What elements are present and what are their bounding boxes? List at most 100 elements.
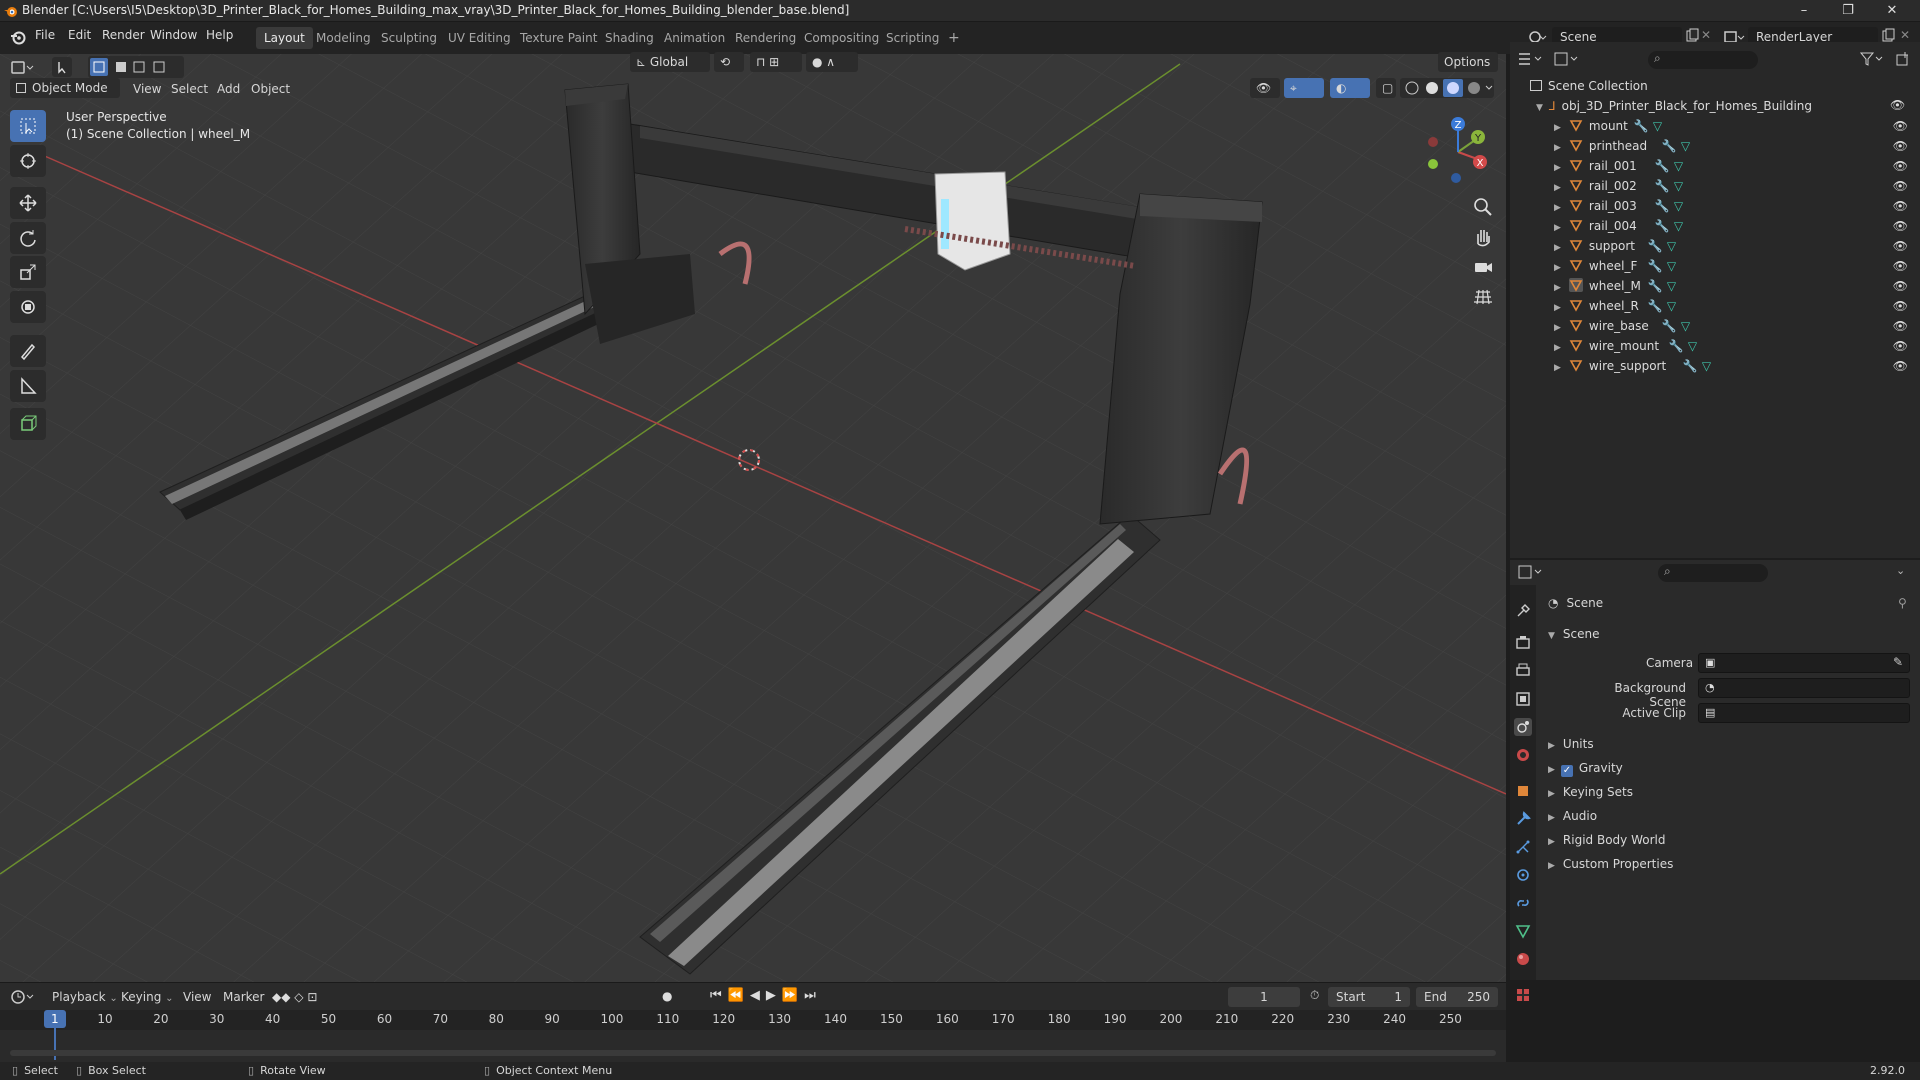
particles-tab-icon[interactable] [1514,838,1532,856]
options-button[interactable]: Options ⌄ [1438,52,1498,89]
outliner-scene-collection[interactable]: Scene Collection [1510,76,1920,96]
eyedropper-icon[interactable]: ✎ [1893,655,1903,669]
texture-tab-icon[interactable] [1514,986,1532,1004]
eye-icon[interactable]: 👁 [1893,336,1908,356]
panel-units[interactable]: ▶ Units [1548,737,1594,751]
material-tab-icon[interactable] [1514,950,1532,968]
menu-file[interactable]: File [35,28,55,42]
view-layer-tab-icon[interactable] [1514,690,1532,708]
expand-right-icon[interactable]: ▶ [1554,363,1561,373]
eye-icon[interactable]: 👁 [1890,98,1905,112]
outliner-item-rail-001[interactable]: ▶ rail_001 🔧 ▽ 👁 [1510,156,1920,176]
add-workspace-button[interactable]: + [940,27,968,49]
active-clip-field[interactable]: ▤ [1698,703,1910,723]
outliner-item-rail-004[interactable]: ▶ rail_004 🔧 ▽ 👁 [1510,216,1920,236]
navigation-gizmo[interactable]: X Y Z [1418,112,1498,192]
viewport-menu-add[interactable]: Add [217,82,240,96]
delete-scene-icon[interactable]: ✕ [1701,28,1711,42]
new-collection-icon[interactable] [1894,50,1912,68]
playback-controls[interactable]: ⏮⏪◀▶⏩⏭ [710,988,822,1003]
ortho-grid-icon[interactable] [1470,284,1496,310]
scene-tab-icon[interactable] [1514,718,1532,736]
properties-editor-type-icon[interactable] [1516,563,1546,581]
object-tab-icon[interactable] [1514,782,1532,800]
expand-right-icon[interactable]: ▶ [1554,223,1561,233]
shading-modes[interactable] [1400,78,1494,98]
pan-hand-icon[interactable] [1470,224,1496,250]
selection-mode-buttons[interactable] [88,56,184,78]
tab-sculpting[interactable]: Sculpting [373,27,445,49]
panel-custom-properties[interactable]: ▶ Custom Properties [1548,857,1673,871]
tab-uv-editing[interactable]: UV Editing [440,27,519,49]
record-button-icon[interactable]: ● [662,989,672,1003]
outliner-item-wheel-R[interactable]: ▶ wheel_R 🔧 ▽ 👁 [1510,296,1920,316]
modifier-tab-icon[interactable] [1514,810,1532,828]
measure-tool-icon[interactable] [10,370,46,402]
output-tab-icon[interactable] [1514,662,1532,680]
expand-right-icon[interactable]: ▶ [1554,163,1561,173]
menu-render[interactable]: Render [102,28,145,42]
menu-help[interactable]: Help [206,28,233,42]
eye-icon[interactable]: 👁 [1893,176,1908,196]
camera-view-icon[interactable] [1470,254,1496,280]
gravity-checkbox[interactable]: ✓ [1560,765,1573,777]
start-frame-field[interactable]: Start 1 [1328,987,1410,1007]
zoom-icon[interactable] [1470,194,1496,220]
select-mode-icon[interactable] [52,57,72,77]
outliner-item-wire-base[interactable]: ▶ wire_base 🔧 ▽ 👁 [1510,316,1920,336]
timeline-scrollbar[interactable] [10,1050,1496,1056]
orientation-selector[interactable]: ⊾ Global [630,52,710,72]
eye-icon[interactable]: 👁 [1893,316,1908,336]
maximize-button[interactable]: ❐ [1826,0,1870,22]
snap-icon[interactable]: ⊓ ⊞ [750,52,802,72]
expand-right-icon[interactable]: ▶ [1554,343,1561,353]
constraints-tab-icon[interactable] [1514,894,1532,912]
annotate-tool-icon[interactable] [10,335,46,367]
outliner-item-support[interactable]: ▶ support 🔧 ▽ 👁 [1510,236,1920,256]
tab-rendering[interactable]: Rendering [727,27,804,49]
panel-gravity[interactable]: ▶ ✓ Gravity [1548,761,1623,777]
timeline-menu-playback[interactable]: Playback ⌄ [52,990,118,1004]
expand-right-icon[interactable]: ▶ [1554,263,1561,273]
stopwatch-icon[interactable]: ⏱ [1310,988,1319,1003]
properties-search-input[interactable]: ⌕ [1658,564,1768,582]
tab-compositing[interactable]: Compositing [796,27,887,49]
outliner-editor-type-icon[interactable] [1516,50,1546,68]
display-mode-icon[interactable] [1552,50,1582,68]
blender-menu-icon[interactable] [10,29,26,45]
minimize-button[interactable]: – [1782,0,1826,22]
eye-icon[interactable]: 👁 [1893,356,1908,376]
pivot-icon[interactable]: ⟲ [714,52,744,72]
eye-icon[interactable]: 👁 [1893,276,1908,296]
viewport-menu-object[interactable]: Object [251,82,290,96]
background-scene-field[interactable]: ◔ [1698,678,1910,698]
physics-tab-icon[interactable] [1514,866,1532,884]
tab-animation[interactable]: Animation [656,27,733,49]
eye-icon[interactable]: 👁 [1893,256,1908,276]
panel-rigid-body-world[interactable]: ▶ Rigid Body World [1548,833,1665,847]
eye-icon[interactable]: 👁 [1893,116,1908,136]
current-frame-field[interactable]: 1 [1228,987,1300,1007]
eye-icon[interactable]: 👁 [1893,156,1908,176]
outliner-item-wheel-M[interactable]: ▶ wheel_M 🔧 ▽ 👁 [1510,276,1920,296]
expand-right-icon[interactable]: ▶ [1554,123,1561,133]
overlay-toggle-icon[interactable]: ◐ [1330,78,1370,98]
end-frame-field[interactable]: End 250 [1416,987,1498,1007]
outliner-object-row[interactable]: ▼ ⅃ obj_3D_Printer_Black_for_Homes_Buildin… [1510,96,1920,116]
data-tab-icon[interactable] [1514,922,1532,940]
pin-icon[interactable]: ⚲ [1898,596,1907,610]
menu-window[interactable]: Window [150,28,197,42]
tab-modeling[interactable]: Modeling [308,27,379,49]
gizmo-toggle-icon[interactable]: ⌖ [1284,78,1324,98]
expand-right-icon[interactable]: ▶ [1554,303,1561,313]
filter-icon[interactable] [1858,50,1888,68]
panel-audio[interactable]: ▶ Audio [1548,809,1597,823]
viewport-menu-select[interactable]: Select [171,82,208,96]
panel-keying-sets[interactable]: ▶ Keying Sets [1548,785,1633,799]
viewport-menu-view[interactable]: View [133,82,161,96]
eye-icon[interactable]: 👁 [1893,236,1908,256]
cursor-tool-icon[interactable] [10,145,46,177]
outliner-search-input[interactable]: ⌕ [1648,51,1758,69]
rotate-tool-icon[interactable] [10,222,46,254]
outliner-item-mount[interactable]: ▶ mount 🔧 ▽ 👁 [1510,116,1920,136]
